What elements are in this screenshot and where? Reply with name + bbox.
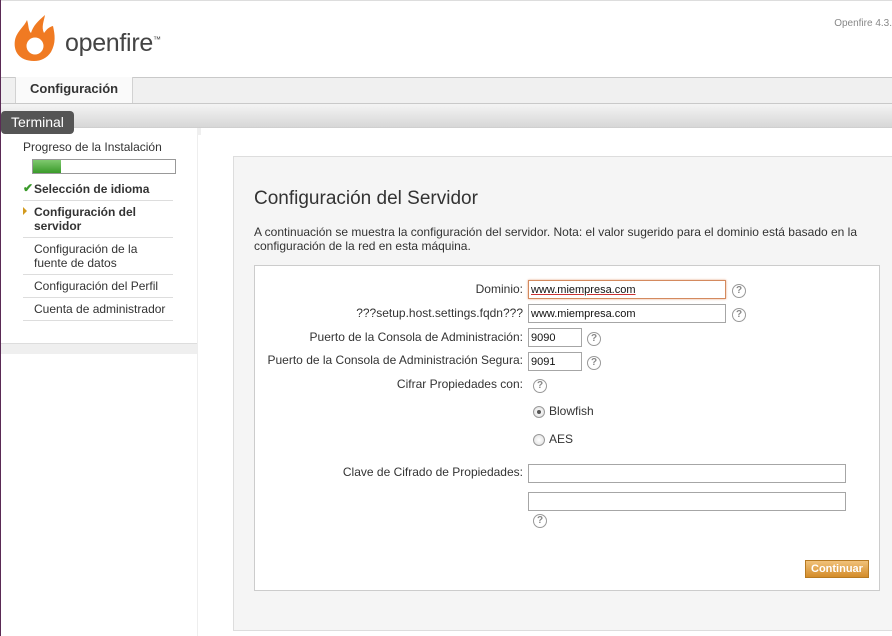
step-label: Configuración del Perfil [34,279,159,293]
progress-fill [33,160,62,173]
tab-configuracion[interactable]: Configuración [15,77,134,103]
step-label: Cuenta de administrador [34,302,166,316]
step-label: Configuración del servidor [34,205,136,233]
aes-radio[interactable] [533,434,545,446]
blowfish-label: Blowfish [549,404,594,418]
help-icon[interactable]: ? [732,284,746,298]
step-profile: Configuración del Perfil [23,275,173,298]
encrypt-label: Cifrar Propiedades con: [396,377,523,391]
blowfish-radio[interactable] [533,406,545,418]
domain-label: Dominio: [475,282,523,296]
help-icon[interactable]: ? [587,332,601,346]
header: openfire™ Openfire 4.3. [1,0,892,78]
openfire-logo-icon [11,11,57,66]
fqdn-label: ???setup.host.settings.fqdn??? [356,306,523,320]
current-step-arrow-icon [23,207,27,215]
check-icon: ✔ [23,181,34,195]
domain-field[interactable] [528,280,726,299]
content-panel: Configuración del Servidor A continuació… [233,156,892,631]
step-datasource: Configuración de la fuente de datos [23,238,173,275]
progress-title: Progreso de la Instalación [23,140,162,154]
help-icon[interactable]: ? [587,356,601,370]
brand-name: openfire™ [65,29,161,57]
sidebar: Progreso de la Instalación ✔ Selección d… [1,128,201,354]
encryption-key-label: Clave de Cifrado de Propiedades: [342,465,523,479]
tab-bar: Configuración [1,77,892,104]
step-language[interactable]: ✔ Selección de idioma [23,178,173,201]
page-title: Configuración del Servidor [254,188,478,209]
secure-port-label: Puerto de la Consola de Administración S… [267,353,524,367]
terminal-tooltip: Terminal [1,111,74,134]
continue-button[interactable]: Continuar [805,560,869,578]
install-steps: ✔ Selección de idioma Configuración del … [23,178,173,321]
server-settings-form: Dominio: ? ???setup.host.settings.fqdn??… [254,265,880,591]
secure-port-field[interactable] [528,352,582,371]
install-progress-bar [32,159,176,174]
fqdn-field[interactable] [528,304,726,323]
admin-port-field[interactable] [528,328,582,347]
version-label: Openfire 4.3. [834,18,892,29]
sub-tab-bar [1,104,892,128]
encryption-key-confirm-field[interactable] [528,492,846,511]
step-label: Configuración de la fuente de datos [34,242,138,270]
step-server-config[interactable]: Configuración del servidor [23,201,173,238]
admin-port-label: Puerto de la Consola de Administración: [309,330,523,344]
sidebar-panel: Progreso de la Instalación ✔ Selección d… [1,128,197,344]
help-icon[interactable]: ? [533,514,547,528]
aes-label: AES [549,432,574,446]
step-label: Selección de idioma [34,182,150,196]
encryption-key-field[interactable] [528,464,846,483]
help-icon[interactable]: ? [533,379,547,393]
step-admin-account: Cuenta de administrador [23,298,173,321]
intro-text: A continuación se muestra la configuraci… [254,225,858,253]
help-icon[interactable]: ? [732,308,746,322]
